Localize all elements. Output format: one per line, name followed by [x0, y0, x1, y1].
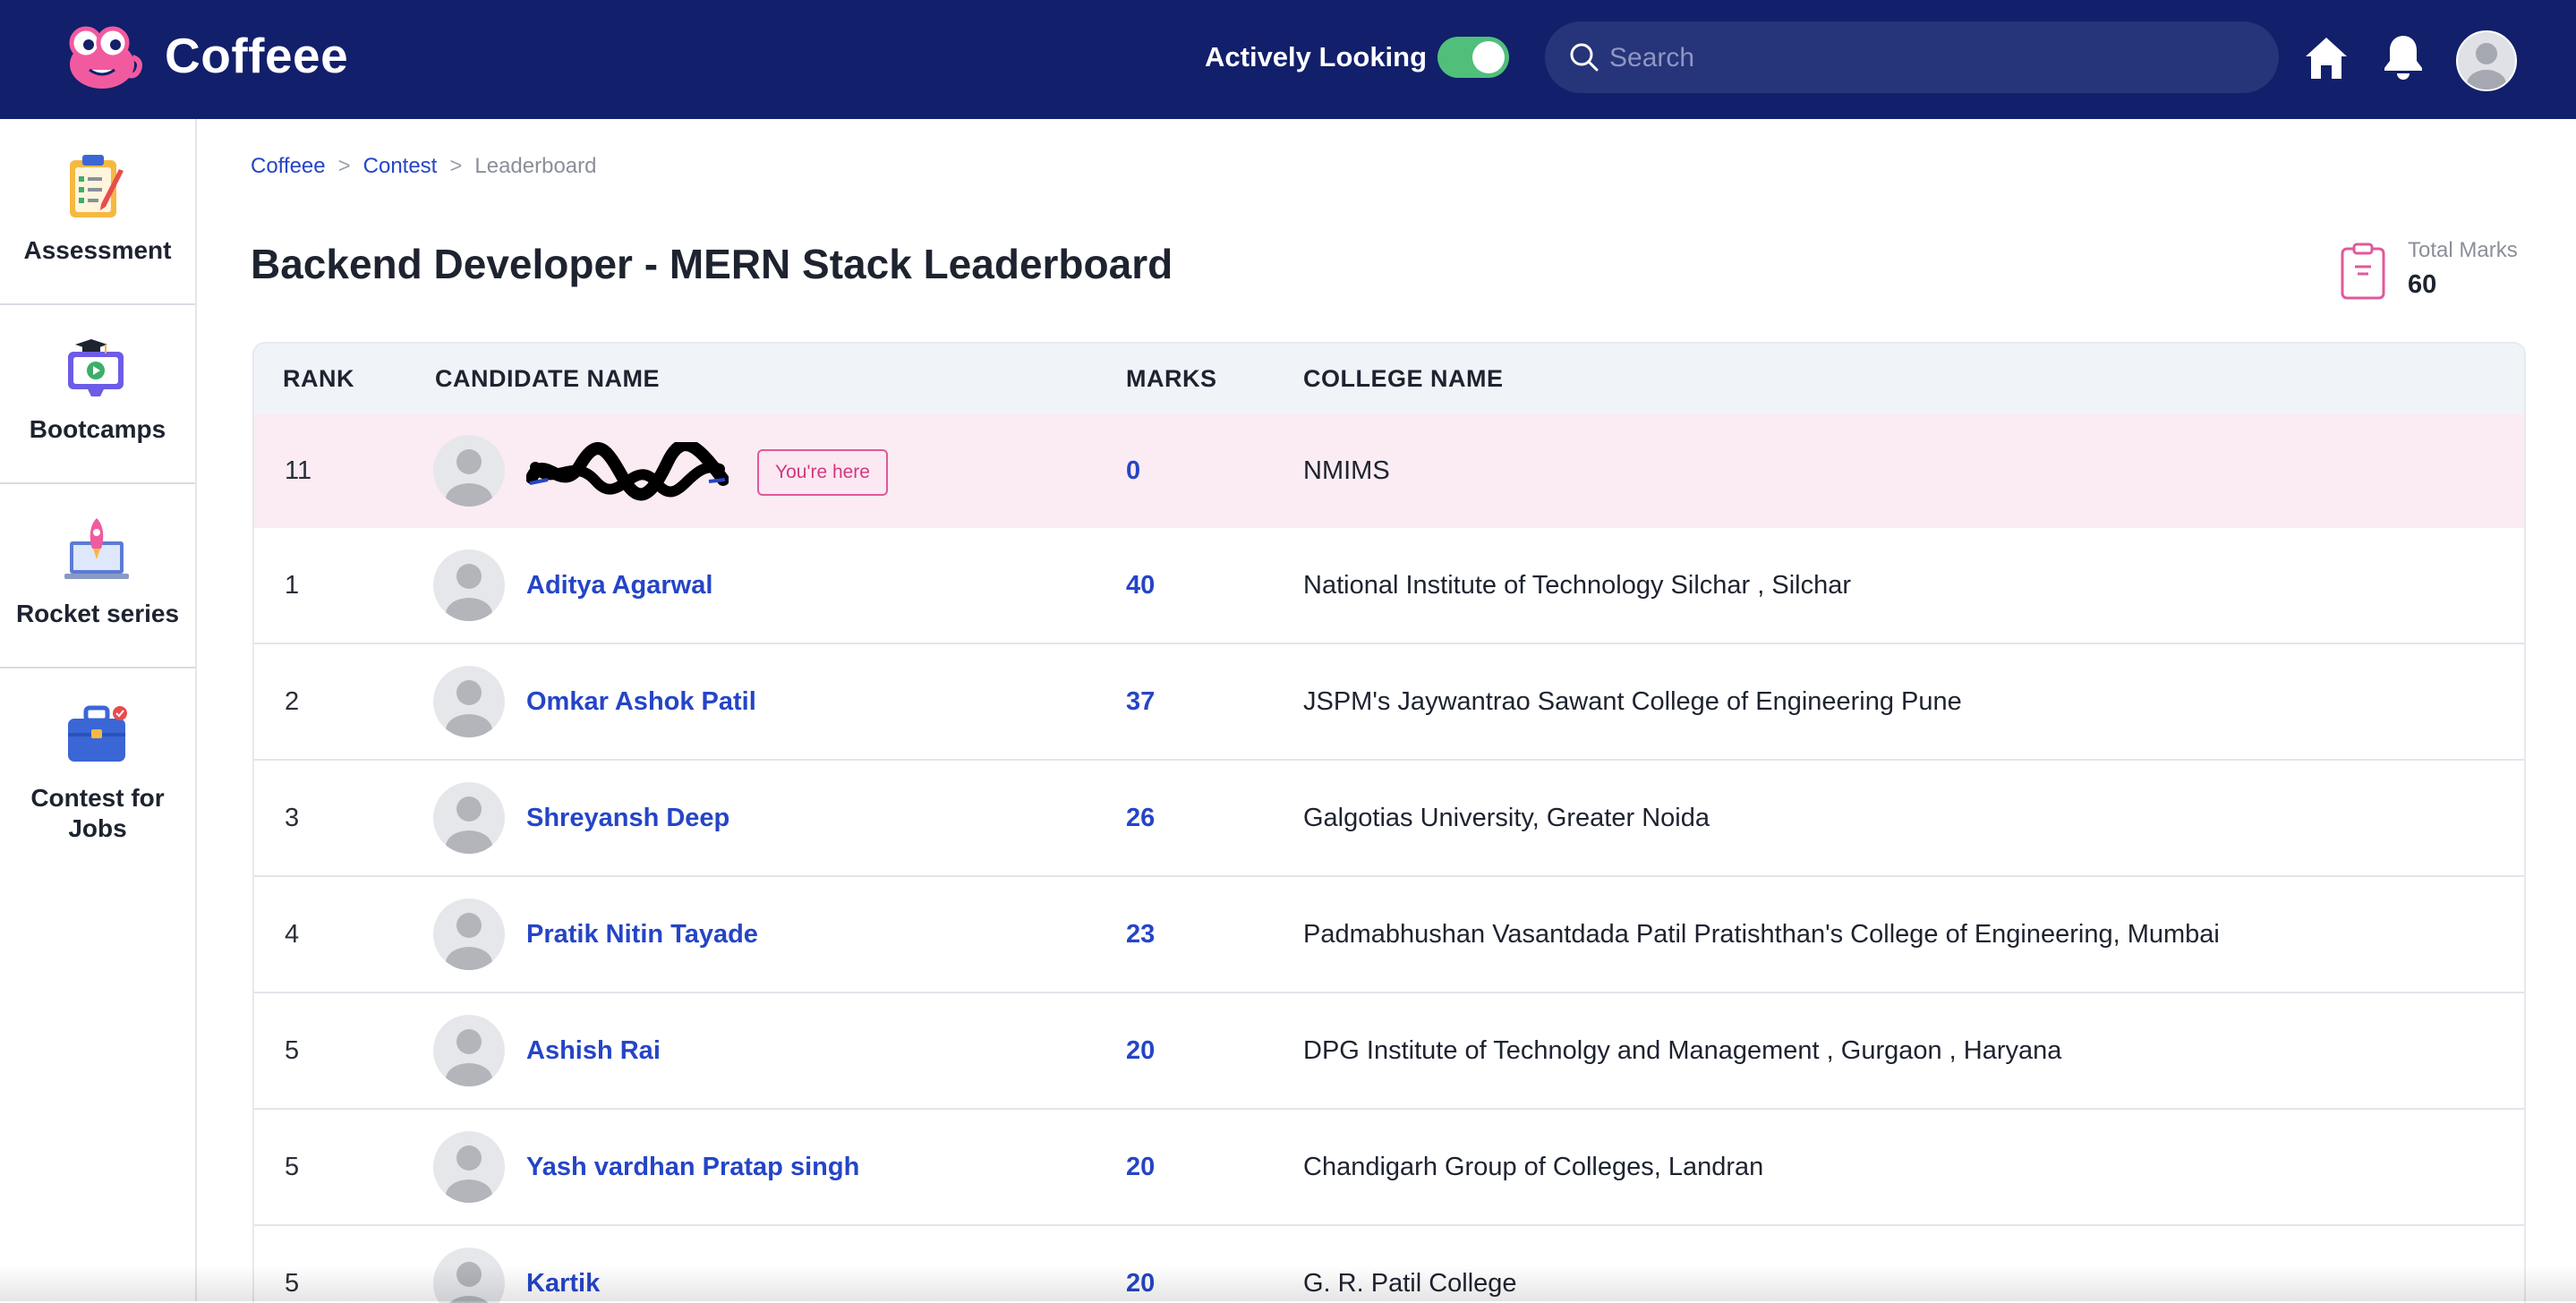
- total-marks-value: 60: [2408, 270, 2437, 299]
- sidebar-item-contest-for-jobs[interactable]: Contest for Jobs: [0, 667, 195, 867]
- briefcase-icon: [68, 705, 127, 762]
- search-icon: [1570, 43, 1599, 72]
- breadcrumb: Coffeee > Contest > Leaderboard: [251, 154, 597, 179]
- user-silhouette-icon: [2467, 43, 2506, 89]
- marks-cell: 20: [1126, 1036, 1156, 1065]
- marks-cell: 40: [1126, 571, 1156, 600]
- sidebar-item-bootcamps[interactable]: Bootcamps: [0, 303, 195, 484]
- home-icon[interactable]: [2302, 34, 2350, 82]
- user-silhouette-icon: [446, 449, 492, 507]
- candidate-name-link[interactable]: Shreyansh Deep: [526, 761, 729, 875]
- user-silhouette-icon: [446, 913, 492, 970]
- rank-cell: 5: [285, 1036, 300, 1065]
- rank-cell: 5: [285, 1153, 300, 1181]
- college-cell: JSPM's Jaywantrao Sawant College of Engi…: [1303, 687, 1962, 716]
- clipboard-checklist-icon: [70, 155, 124, 217]
- sidebar-item-label: Rocket series: [15, 600, 180, 627]
- breadcrumb-contest[interactable]: Contest: [363, 154, 438, 178]
- college-cell: National Institute of Technology Silchar…: [1303, 571, 1852, 600]
- avatar: [433, 666, 505, 737]
- rank-cell: 1: [285, 571, 300, 600]
- profile-avatar[interactable]: [2456, 30, 2517, 91]
- marks-cell: 0: [1126, 456, 1141, 485]
- search-input[interactable]: [1608, 21, 2256, 95]
- total-marks-label: Total Marks: [2408, 238, 2518, 262]
- table-row[interactable]: 1 Aditya Agarwal 40 National Institute of T…: [254, 528, 2524, 644]
- user-silhouette-icon: [446, 1029, 492, 1086]
- actively-looking-toggle[interactable]: [1437, 37, 1509, 78]
- avatar: [433, 549, 505, 621]
- actively-looking-label: Actively Looking: [1205, 41, 1428, 72]
- marks-cell: 37: [1126, 687, 1156, 716]
- user-silhouette-icon: [446, 564, 492, 621]
- bottom-shadow: [0, 1265, 2576, 1301]
- notification-bell-icon[interactable]: [2381, 32, 2426, 82]
- candidate-name-link[interactable]: Yash vardhan Pratap singh: [526, 1110, 859, 1224]
- breadcrumb-current: Leaderboard: [474, 154, 597, 178]
- redaction-scribble: [526, 442, 729, 501]
- rank-cell: 4: [285, 920, 300, 949]
- sidebar-item-label: Bootcamps: [29, 415, 166, 443]
- header-rank: RANK: [283, 365, 354, 392]
- avatar: [433, 898, 505, 970]
- page-title: Backend Developer - MERN Stack Leaderboa…: [251, 241, 1173, 287]
- table-row[interactable]: 2 Omkar Ashok Patil 37 JSPM's Jaywantrao Sa…: [254, 644, 2524, 761]
- top-navbar: Coffeee Actively Looking: [0, 0, 2576, 119]
- college-cell: Padmabhushan Vasantdada Patil Pratishtha…: [1303, 920, 2220, 949]
- clipboard-icon: [2341, 243, 2385, 300]
- user-silhouette-icon: [446, 796, 492, 854]
- candidate-name-link[interactable]: Aditya Agarwal: [526, 528, 712, 643]
- sidebar-item-label: Assessment: [23, 236, 172, 264]
- avatar: [433, 782, 505, 854]
- table-row[interactable]: 5 Yash vardhan Pratap singh 20 Chandigarh G…: [254, 1110, 2524, 1226]
- rocket-laptop-icon: [64, 518, 129, 579]
- college-cell: DPG Institute of Technolgy and Managemen…: [1303, 1036, 2062, 1065]
- sidebar-item-rocket-series[interactable]: Rocket series: [0, 482, 195, 669]
- sidebar-item-label: Contest for Jobs: [30, 784, 165, 842]
- marks-cell: 20: [1126, 1153, 1156, 1181]
- avatar: [433, 1015, 505, 1086]
- user-silhouette-icon: [446, 680, 492, 737]
- marks-cell: 23: [1126, 920, 1156, 949]
- user-silhouette-icon: [446, 1145, 492, 1203]
- header-candidate-name: CANDIDATE NAME: [435, 365, 660, 392]
- rank-cell: 11: [285, 456, 312, 485]
- college-cell: Galgotias University, Greater Noida: [1303, 804, 1710, 832]
- college-cell: Chandigarh Group of Colleges, Landran: [1303, 1153, 1764, 1181]
- table-row-current-user[interactable]: 11 You're here 0 NMIMS: [254, 413, 2524, 530]
- table-row[interactable]: 3 Shreyansh Deep 26 Galgotias University, G…: [254, 761, 2524, 877]
- header-college-name: COLLEGE NAME: [1303, 365, 1504, 392]
- breadcrumb-separator: >: [449, 154, 463, 178]
- search-bar[interactable]: [1545, 21, 2279, 95]
- coffeee-logo-icon[interactable]: [61, 21, 143, 89]
- leaderboard-table: RANK CANDIDATE NAME MARKS COLLEGE NAME 1…: [252, 342, 2526, 1303]
- table-header: RANK CANDIDATE NAME MARKS COLLEGE NAME: [254, 344, 2524, 415]
- table-row[interactable]: 5 Ashish Rai 20 DPG Institute of Technolgy …: [254, 993, 2524, 1110]
- breadcrumb-coffeee[interactable]: Coffeee: [251, 154, 326, 178]
- you-are-here-badge: You're here: [757, 449, 888, 496]
- rank-cell: 2: [285, 687, 300, 716]
- table-row[interactable]: 4 Pratik Nitin Tayade 23 Padmabhushan Vasan…: [254, 877, 2524, 993]
- app-name[interactable]: Coffeee: [165, 27, 348, 84]
- total-marks-card: Total Marks 60: [2340, 238, 2555, 306]
- header-marks: MARKS: [1126, 365, 1217, 392]
- toggle-knob: [1472, 41, 1505, 73]
- sidebar: Assessment Bootcamps Rocket series Conte…: [0, 119, 197, 1301]
- marks-cell: 26: [1126, 804, 1156, 832]
- candidate-name-link[interactable]: Omkar Ashok Patil: [526, 644, 756, 759]
- candidate-name-link[interactable]: Pratik Nitin Tayade: [526, 877, 758, 992]
- college-cell: NMIMS: [1303, 456, 1390, 485]
- candidate-name-link[interactable]: Ashish Rai: [526, 993, 661, 1108]
- avatar: [433, 435, 505, 507]
- rank-cell: 3: [285, 804, 300, 832]
- sidebar-item-assessment[interactable]: Assessment: [0, 119, 195, 305]
- breadcrumb-separator: >: [337, 154, 351, 178]
- bootcamp-video-icon: [68, 339, 124, 396]
- avatar: [433, 1131, 505, 1203]
